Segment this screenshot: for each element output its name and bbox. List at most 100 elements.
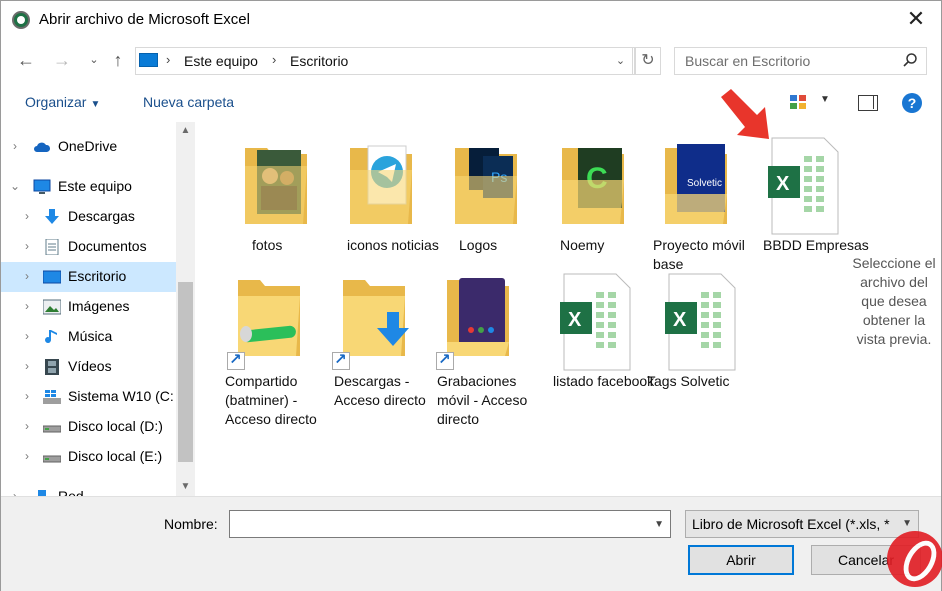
expand-chevron-icon[interactable]: › (21, 269, 33, 283)
file-type-select[interactable]: Libro de Microsoft Excel (*.xls, * ▼ (685, 510, 919, 538)
back-arrow-icon[interactable]: ← (15, 49, 37, 71)
file-item-compartido-batminer[interactable]: Compartido (batminer) - Acceso directo (225, 272, 325, 427)
desktop-icon (43, 270, 61, 284)
file-item-iconos-noticias[interactable]: iconos noticias (337, 136, 439, 266)
sidebar-item-imagenes[interactable]: › Imágenes (1, 292, 176, 322)
sidebar-scrollbar[interactable]: ▲ ▼ (176, 122, 195, 496)
filename-input[interactable] (230, 511, 642, 537)
chevron-right-icon[interactable]: › (166, 52, 170, 67)
system-drive-icon (43, 390, 61, 404)
file-item-descargas-acceso-directo[interactable]: Descargas - Acceso directo (330, 272, 430, 408)
address-bar[interactable]: › Este equipo › Escritorio (135, 47, 635, 75)
sidebar-item-label: Descargas (68, 208, 135, 224)
forward-arrow-icon[interactable]: → (51, 49, 73, 71)
file-item-proyecto-movil-base[interactable]: Solvetic Proyecto móvil base (652, 136, 752, 272)
address-dropdown-icon[interactable]: ⌄ (609, 47, 633, 75)
expand-chevron-icon[interactable]: › (21, 209, 33, 223)
scroll-down-icon[interactable]: ▼ (176, 478, 195, 496)
sidebar-item-escritorio[interactable]: › Escritorio (1, 262, 176, 292)
file-item-noemy[interactable]: C Noemy (549, 136, 649, 266)
file-item-tags-solvetic[interactable]: X Tags Solvetic (647, 272, 752, 402)
sidebar-item-descargas[interactable]: › Descargas (1, 202, 176, 232)
new-folder-button[interactable]: Nueva carpeta (143, 94, 234, 110)
solvetic-logo (887, 531, 942, 587)
recent-locations-chevron-icon[interactable]: ⌄ (83, 49, 105, 71)
computer-icon (139, 53, 158, 67)
file-item-listado-facebook[interactable]: X listado facebook (547, 272, 654, 402)
file-name: Descargas - Acceso directo (334, 373, 426, 408)
file-name: Grabaciones móvil - Acceso directo (437, 373, 528, 427)
sidebar-item-sistema-w10[interactable]: › Sistema W10 (C: (1, 382, 176, 412)
expand-chevron-icon[interactable]: › (21, 359, 33, 373)
help-icon[interactable]: ? (902, 93, 922, 113)
title-bar: Abrir archivo de Microsoft Excel ✕ (1, 1, 941, 39)
sidebar-item-este-equipo[interactable]: ⌄ Este equipo (1, 172, 176, 202)
sidebar-item-label: Disco local (E:) (68, 448, 163, 464)
close-icon[interactable]: ✕ (903, 7, 929, 33)
expand-chevron-icon[interactable]: › (21, 329, 33, 343)
sidebar-item-documentos[interactable]: › Documentos (1, 232, 176, 262)
expand-chevron-icon[interactable]: › (21, 389, 33, 403)
scroll-up-icon[interactable]: ▲ (176, 122, 195, 140)
sidebar-item-disco-e[interactable]: › Disco local (E:) (1, 442, 176, 472)
expand-chevron-icon[interactable]: › (9, 489, 21, 496)
excel-file-icon: X (665, 273, 736, 371)
refresh-icon[interactable]: ↻ (635, 47, 661, 75)
sidebar-item-red[interactable]: › Red (1, 482, 176, 496)
computer-icon (33, 179, 51, 194)
sidebar-item-label: Sistema W10 (C: (68, 388, 174, 404)
folder-telegram-icon (350, 145, 412, 224)
preview-pane-icon[interactable] (858, 95, 878, 111)
expand-chevron-icon[interactable]: › (21, 239, 33, 253)
folder-solvetic-icon: Solvetic (665, 144, 727, 224)
expand-chevron-icon[interactable]: › (9, 139, 21, 153)
picture-icon (43, 299, 61, 315)
collapse-chevron-icon[interactable]: ⌄ (9, 179, 21, 193)
filename-label: Nombre: (164, 516, 218, 532)
filename-combobox[interactable]: ▼ (229, 510, 671, 538)
scrollbar-thumb[interactable] (178, 282, 193, 462)
sidebar-item-videos[interactable]: › Vídeos (1, 352, 176, 382)
sidebar-item-label: Escritorio (68, 268, 127, 284)
view-options-caret-icon[interactable]: ▼ (820, 94, 830, 105)
breadcrumb-escritorio[interactable]: Escritorio (290, 53, 348, 69)
file-type-value: Libro de Microsoft Excel (*.xls, * (692, 516, 890, 532)
expand-chevron-icon[interactable]: › (21, 419, 33, 433)
search-input[interactable] (675, 48, 895, 74)
drive-icon (43, 425, 61, 433)
up-arrow-icon[interactable]: ↑ (107, 49, 129, 71)
sidebar-item-label: Disco local (D:) (68, 418, 163, 434)
chevron-right-icon[interactable]: › (272, 52, 276, 67)
chevron-down-icon: ▼ (902, 518, 912, 529)
download-arrow-icon (45, 209, 59, 224)
file-item-logos[interactable]: Ps Logos (442, 136, 542, 266)
svg-text:X: X (568, 309, 582, 331)
view-options-icon[interactable] (789, 94, 807, 110)
svg-text:X: X (673, 309, 687, 331)
document-icon (45, 239, 59, 255)
command-bar: Organizar ▼ Nueva carpeta ▼ ? (1, 83, 941, 121)
organize-button[interactable]: Organizar ▼ (25, 94, 100, 110)
expand-chevron-icon[interactable]: › (21, 449, 33, 463)
film-icon (45, 359, 59, 375)
sidebar-item-disco-d[interactable]: › Disco local (D:) (1, 412, 176, 442)
file-item-fotos[interactable]: fotos (232, 136, 332, 266)
open-button[interactable]: Abrir (688, 545, 794, 575)
file-item-bbdd-empresas[interactable]: X BBDD Empresas (755, 136, 869, 266)
expand-chevron-icon[interactable]: › (21, 299, 33, 313)
sidebar-item-label: Vídeos (68, 358, 112, 374)
sidebar-item-label: OneDrive (58, 138, 118, 154)
breadcrumb-este-equipo[interactable]: Este equipo (184, 53, 258, 69)
open-file-dialog: Abrir archivo de Microsoft Excel ✕ ← → ⌄… (0, 0, 942, 591)
file-item-grabaciones-movil[interactable]: Grabaciones móvil - Acceso directo (434, 272, 534, 427)
sidebar-item-onedrive[interactable]: › OneDrive (1, 132, 176, 162)
search-box[interactable] (674, 47, 927, 75)
sidebar-item-musica[interactable]: › Música (1, 322, 176, 352)
file-list: fotos iconos noticias Ps Logos (197, 122, 941, 496)
shortcut-arrow-icon (332, 350, 350, 370)
music-note-icon (45, 330, 57, 344)
sidebar-item-label: Este equipo (58, 178, 132, 194)
search-icon[interactable] (902, 52, 918, 68)
chevron-down-icon[interactable]: ▼ (654, 519, 664, 530)
sidebar-item-label: Red (58, 488, 84, 496)
